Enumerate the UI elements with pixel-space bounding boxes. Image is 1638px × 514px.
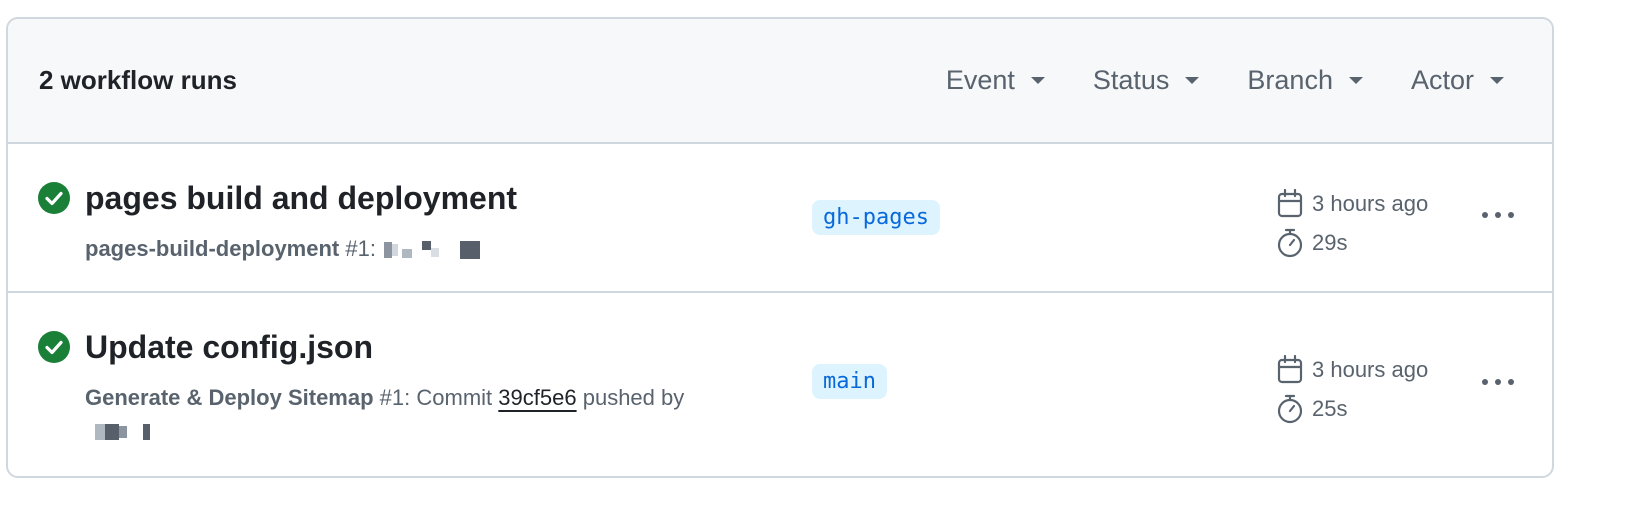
commit-prefix: Commit	[416, 385, 493, 410]
redacted-commit-image	[384, 241, 481, 260]
branch-badge[interactable]: gh-pages	[812, 200, 940, 235]
filter-bar: Event Status Branch Actor	[946, 65, 1504, 96]
actor-filter[interactable]: Actor	[1411, 65, 1504, 96]
calendar-icon	[1277, 354, 1303, 383]
caret-down-icon	[1030, 77, 1045, 84]
caret-down-icon	[1348, 77, 1363, 84]
run-meta: 3 hours ago 29s	[1276, 184, 1428, 262]
run-meta: 3 hours ago 25s	[1276, 350, 1428, 428]
run-time-ago[interactable]: 3 hours ago	[1312, 357, 1428, 383]
run-title[interactable]: pages build and deployment	[85, 180, 517, 217]
runs-header: 2 workflow runs Event Status Branch Acto…	[8, 19, 1552, 144]
stopwatch-icon	[1277, 394, 1303, 423]
workflow-name: Generate & Deploy Sitemap	[85, 385, 374, 410]
caret-down-icon	[1185, 77, 1200, 84]
commit-sha-link[interactable]: 39cf5e6	[498, 385, 576, 410]
status-filter[interactable]: Status	[1093, 65, 1200, 96]
actor-filter-label: Actor	[1410, 65, 1474, 95]
run-count: 2 workflow runs	[39, 65, 237, 95]
run-title[interactable]: Update config.json	[85, 329, 373, 366]
branch-badge[interactable]: main	[812, 364, 887, 399]
event-filter[interactable]: Event	[946, 65, 1045, 96]
kebab-icon[interactable]	[1482, 212, 1514, 218]
run-number: #1:	[345, 236, 376, 261]
check-circle-icon	[38, 182, 70, 214]
workflow-run-row: pages build and deployment pages-build-d…	[8, 144, 1552, 293]
check-circle-icon	[38, 331, 70, 363]
run-duration: 29s	[1312, 229, 1348, 255]
status-filter-label: Status	[1092, 65, 1170, 95]
workflow-name: pages-build-deployment	[85, 236, 340, 261]
kebab-icon[interactable]	[1482, 379, 1514, 385]
run-number: #1:	[379, 385, 411, 410]
pushed-by-text: pushed by	[582, 385, 685, 410]
caret-down-icon	[1490, 77, 1504, 84]
workflow-runs-panel: 2 workflow runs Event Status Branch Acto…	[6, 17, 1554, 478]
run-time-ago[interactable]: 3 hours ago	[1312, 191, 1428, 217]
branch-filter-label: Branch	[1247, 65, 1333, 95]
branch-filter[interactable]: Branch	[1247, 65, 1363, 96]
run-duration: 25s	[1312, 395, 1348, 421]
event-filter-label: Event	[945, 65, 1015, 95]
stopwatch-icon	[1277, 228, 1303, 257]
redacted-actor-image[interactable]	[85, 421, 155, 443]
run-subtitle: pages-build-deployment #1:	[85, 232, 765, 265]
run-subtitle: Generate & Deploy Sitemap #1: Commit 39c…	[85, 381, 765, 447]
calendar-icon	[1277, 188, 1303, 217]
workflow-run-row: Update config.json Generate & Deploy Sit…	[8, 293, 1552, 476]
